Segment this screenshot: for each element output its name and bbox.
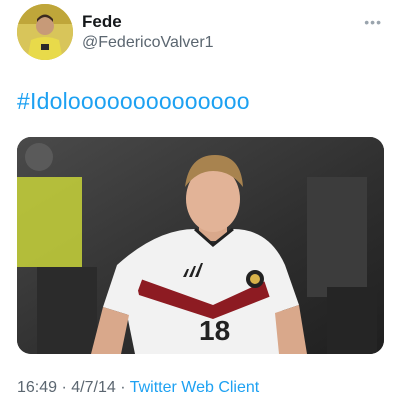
tweet-meta: 16:49 · 4/7/14 · Twitter Web Client: [17, 379, 259, 397]
tweet-date[interactable]: 4/7/14: [71, 379, 115, 396]
jersey-number: 18: [199, 315, 231, 346]
avatar[interactable]: [17, 4, 73, 60]
meta-separator: ·: [61, 379, 67, 396]
author-handle[interactable]: @FedericoValver1: [82, 34, 214, 52]
tweet-client-link[interactable]: Twitter Web Client: [130, 379, 260, 396]
tweet-media-photo[interactable]: 18: [17, 137, 384, 354]
tweet-hashtag[interactable]: #Idoloooooooooooooo: [17, 88, 250, 115]
meta-separator-2: ·: [120, 379, 126, 396]
avatar-image: [17, 4, 73, 60]
author-name[interactable]: Fede: [82, 12, 122, 32]
tweet-time[interactable]: 16:49: [17, 379, 57, 396]
more-options-icon[interactable]: •••: [364, 14, 382, 30]
